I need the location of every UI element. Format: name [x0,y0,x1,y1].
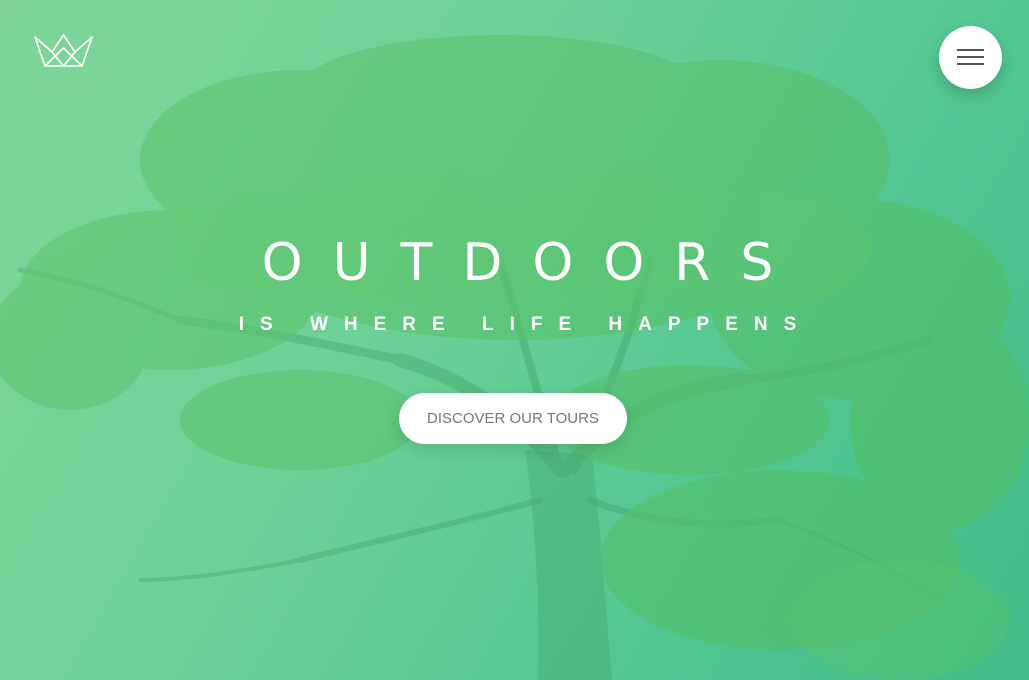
hero-subtitle: IS WHERE LIFE HAPPENS [238,314,813,335]
hero-section: OUTDOORS IS WHERE LIFE HAPPENS DISCOVER … [0,0,1029,680]
color-overlay [0,0,1029,680]
logo[interactable] [33,34,94,68]
crown-icon [34,34,93,67]
hero-title: OUTDOORS [261,233,804,293]
discover-tours-button[interactable]: DISCOVER OUR TOURS [399,393,627,444]
hero-heading: OUTDOORS IS WHERE LIFE HAPPENS [0,228,1029,336]
menu-button[interactable] [939,26,1002,89]
